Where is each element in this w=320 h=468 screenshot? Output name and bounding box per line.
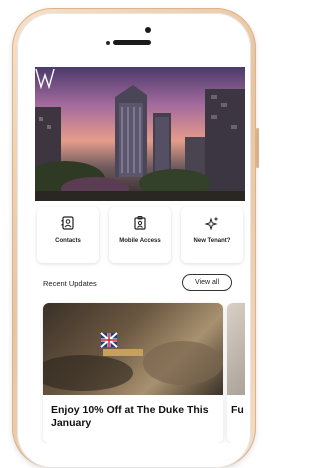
update-card[interactable]: Fu Nc xyxy=(227,303,245,443)
mobile-access-button[interactable]: Mobile Access xyxy=(109,207,171,263)
update-card-title: Enjoy 10% Off at The Duke This January xyxy=(51,404,209,429)
new-tenant-label: New Tenant? xyxy=(193,238,231,244)
view-all-button[interactable]: View all xyxy=(182,274,232,291)
mobile-access-icon xyxy=(134,216,146,230)
recent-updates-heading: Recent Updates xyxy=(43,279,97,288)
mobile-access-label: Mobile Access xyxy=(119,238,161,244)
update-card-image xyxy=(43,303,223,395)
side-button xyxy=(256,128,259,168)
update-card[interactable]: Enjoy 10% Off at The Duke This January xyxy=(43,303,223,443)
sensor-icon xyxy=(106,41,110,45)
city-skyline-image xyxy=(35,85,245,201)
promo-photo xyxy=(43,332,223,391)
building-logo-icon xyxy=(35,68,55,89)
app-screen: Contacts Mobile Access New Tenant? Recen… xyxy=(35,67,245,443)
earpiece-speaker xyxy=(113,40,151,45)
contacts-button[interactable]: Contacts xyxy=(37,207,99,263)
quick-actions: Contacts Mobile Access New Tenant? xyxy=(35,207,245,265)
new-tenant-button[interactable]: New Tenant? xyxy=(181,207,243,263)
update-card-image xyxy=(227,303,245,395)
front-camera-icon xyxy=(145,27,151,33)
update-card-title: Fu Nc xyxy=(231,404,245,416)
contacts-label: Contacts xyxy=(55,238,81,244)
contacts-icon xyxy=(61,216,74,230)
sparkle-icon xyxy=(205,216,219,230)
hero-banner xyxy=(35,67,245,201)
